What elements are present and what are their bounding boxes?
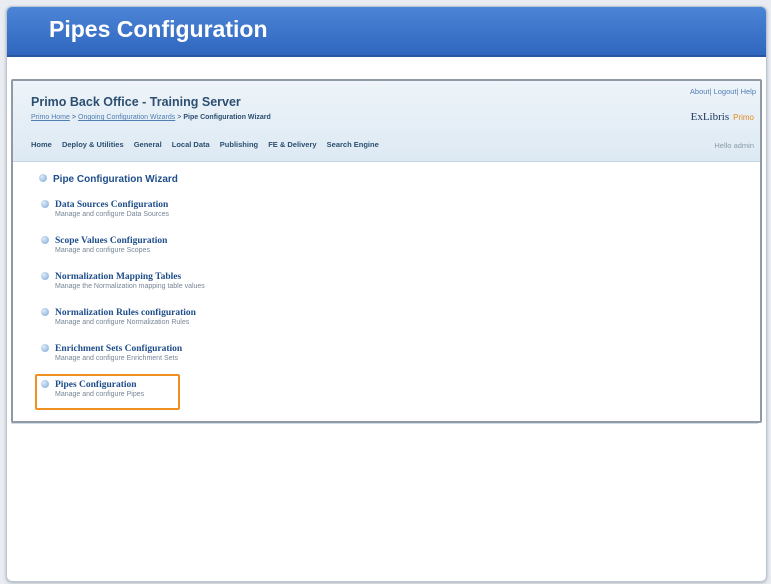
- nav-local-data[interactable]: Local Data: [172, 140, 210, 149]
- app-header: Primo Back Office - Training Server Abou…: [13, 81, 760, 162]
- breadcrumb-separator: >: [177, 114, 182, 121]
- menu-item-title: Normalization Rules configuration: [55, 308, 196, 318]
- nav-fe-delivery[interactable]: FE & Delivery: [268, 140, 316, 149]
- breadcrumb-separator: >: [71, 114, 76, 121]
- menu-item-description: Manage and configure Normalization Rules: [55, 319, 190, 326]
- about-link[interactable]: About: [690, 87, 710, 96]
- wizard-heading: Pipe Configuration Wizard: [39, 174, 178, 185]
- nav-search-engine[interactable]: Search Engine: [327, 140, 379, 149]
- menu-item-description: Manage and configure Data Sources: [55, 211, 170, 218]
- menu-item-link[interactable]: Normalization Mapping Tables: [41, 271, 541, 282]
- menu-item-pipes: Pipes Configuration Manage and configure…: [35, 374, 541, 416]
- menu-item-normalization-rules: Normalization Rules configuration Manage…: [41, 307, 541, 344]
- top-links: About| Logout| Help: [690, 87, 756, 96]
- nav-deploy-utilities[interactable]: Deploy & Utilities: [62, 140, 124, 149]
- slide-title: Pipes Configuration: [49, 16, 268, 42]
- logo-text: ExLibris: [690, 111, 730, 123]
- empty-content-area: [11, 427, 758, 577]
- nav-general[interactable]: General: [134, 140, 162, 149]
- menu-item-description: Manage the Normalization mapping table v…: [55, 283, 205, 290]
- menu-item-title: Normalization Mapping Tables: [55, 272, 182, 282]
- wizard-menu: Data Sources Configuration Manage and co…: [35, 199, 541, 416]
- logo-product: Primo: [733, 113, 754, 122]
- menu-item-description: Manage and configure Pipes: [55, 391, 145, 398]
- menu-item-normalization-mapping: Normalization Mapping Tables Manage the …: [41, 271, 541, 308]
- main-nav: Home Deploy & Utilities General Local Da…: [31, 140, 387, 149]
- bullet-icon: [39, 174, 47, 183]
- slide-container: Pipes Configuration Primo Back Office - …: [6, 6, 767, 582]
- menu-item-link[interactable]: Data Sources Configuration: [41, 199, 541, 210]
- slide-title-bar: Pipes Configuration: [7, 7, 766, 57]
- bullet-icon: [41, 379, 49, 388]
- nav-home[interactable]: Home: [31, 140, 52, 149]
- bullet-icon: [41, 235, 49, 244]
- nav-publishing[interactable]: Publishing: [220, 140, 258, 149]
- menu-item-title: Data Sources Configuration: [55, 200, 169, 210]
- app-screenshot-frame: Primo Back Office - Training Server Abou…: [11, 79, 762, 423]
- breadcrumb: Primo Home > Ongoing Configuration Wizards…: [31, 114, 271, 121]
- bullet-icon: [41, 271, 49, 280]
- menu-item-description: Manage and configure Enrichment Sets: [55, 355, 178, 362]
- app-title: Primo Back Office - Training Server: [31, 95, 241, 109]
- menu-item-link[interactable]: Scope Values Configuration: [41, 235, 541, 246]
- bullet-icon: [41, 307, 49, 316]
- logout-link[interactable]: Logout: [714, 87, 737, 96]
- menu-item-description: Manage and configure Scopes: [55, 247, 150, 254]
- divider: [11, 423, 758, 424]
- exlibris-logo: ExLibris Primo: [691, 111, 754, 123]
- breadcrumb-current: Pipe Configuration Wizard: [183, 114, 271, 121]
- wizard-heading-text: Pipe Configuration Wizard: [53, 174, 178, 185]
- menu-item-scope-values: Scope Values Configuration Manage and co…: [41, 235, 541, 272]
- menu-item-title: Pipes Configuration: [55, 380, 137, 390]
- breadcrumb-primo-home[interactable]: Primo Home: [31, 114, 70, 121]
- menu-item-link[interactable]: Normalization Rules configuration: [41, 307, 541, 318]
- user-greeting: Hello admin: [714, 141, 754, 150]
- bullet-icon: [41, 343, 49, 352]
- menu-item-enrichment-sets: Enrichment Sets Configuration Manage and…: [41, 343, 541, 380]
- help-link[interactable]: Help: [741, 87, 756, 96]
- menu-item-title: Scope Values Configuration: [55, 236, 168, 246]
- menu-item-data-sources: Data Sources Configuration Manage and co…: [41, 199, 541, 236]
- menu-item-link[interactable]: Pipes Configuration: [41, 379, 541, 390]
- bullet-icon: [41, 199, 49, 208]
- menu-item-link[interactable]: Enrichment Sets Configuration: [41, 343, 541, 354]
- menu-item-title: Enrichment Sets Configuration: [55, 344, 183, 354]
- breadcrumb-ongoing-wizards[interactable]: Ongoing Configuration Wizards: [78, 114, 175, 121]
